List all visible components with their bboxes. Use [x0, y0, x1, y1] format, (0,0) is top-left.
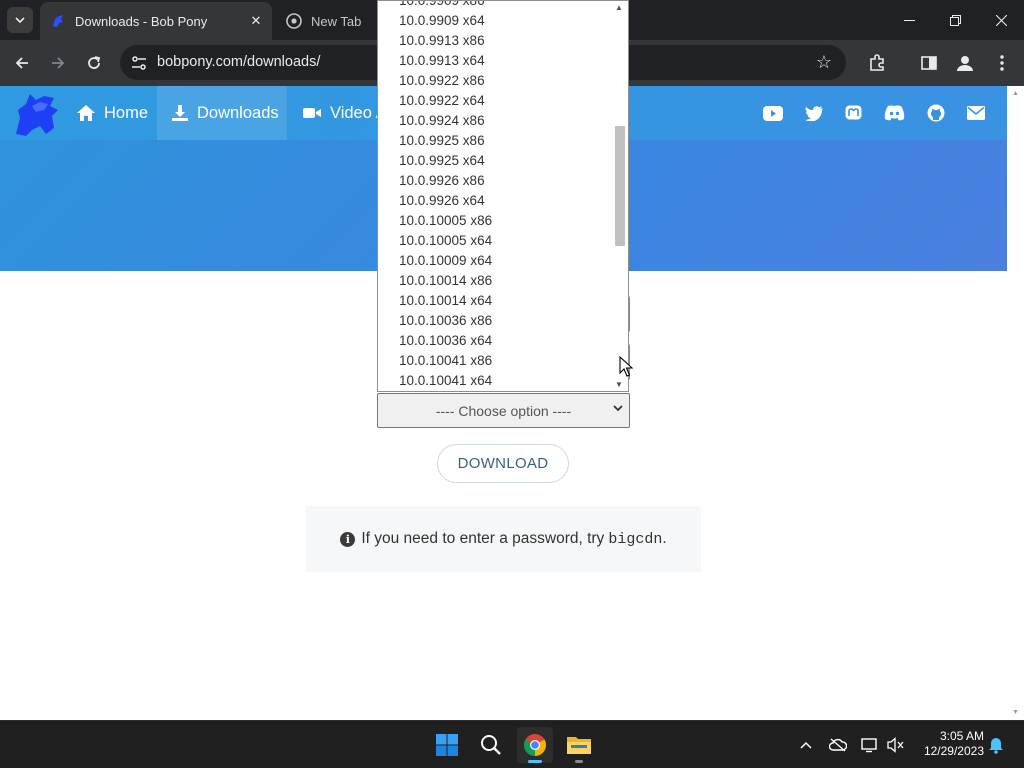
- dropdown-option[interactable]: 10.0.9925 x86: [378, 131, 612, 151]
- side-panel-icon[interactable]: [918, 52, 940, 74]
- close-icon: [995, 14, 1007, 26]
- profile-icon[interactable]: [954, 52, 976, 74]
- dropdown-option[interactable]: 10.0.10005 x86: [378, 211, 612, 231]
- chrome-icon[interactable]: [517, 727, 553, 763]
- scroll-down-arrow-icon[interactable]: ▼: [1012, 709, 1019, 716]
- chevron-down-icon: [15, 17, 25, 24]
- arrow-left-icon: [15, 57, 28, 69]
- close-window-button[interactable]: [978, 0, 1024, 40]
- select-value: ---- Choose option ----: [435, 402, 572, 419]
- site-info-icon[interactable]: [130, 54, 148, 72]
- dropdown-scrollbar[interactable]: ▲ ▼: [612, 1, 628, 391]
- tab-search-button[interactable]: [7, 7, 33, 33]
- back-button[interactable]: [8, 49, 36, 77]
- mastodon-icon[interactable]: [843, 104, 863, 122]
- menu-kebab-icon[interactable]: [991, 52, 1013, 74]
- video-camera-icon: [302, 105, 322, 121]
- tab-title: New Tab: [311, 13, 362, 29]
- hint-password: bigcdn: [608, 530, 663, 548]
- restore-button[interactable]: [932, 0, 978, 40]
- minimize-icon: [903, 19, 915, 21]
- nav-downloads[interactable]: Downloads: [157, 86, 287, 140]
- active-app-indicator: [528, 760, 542, 763]
- dropdown-option[interactable]: 10.0.10041 x86: [378, 351, 612, 371]
- hint-text: If you need to enter a password, try: [361, 530, 605, 547]
- close-tab-icon[interactable]: ✕: [248, 13, 264, 29]
- nav-label: Downloads: [197, 103, 279, 122]
- scroll-up-arrow-icon[interactable]: ▲: [1012, 90, 1019, 97]
- dropdown-option[interactable]: 10.0.9922 x86: [378, 71, 612, 91]
- dropdown-option[interactable]: 10.0.9913 x64: [378, 51, 612, 71]
- dropdown-option[interactable]: 10.0.10041 x64: [378, 371, 612, 391]
- chrome-favicon-icon: [286, 13, 302, 29]
- youtube-icon[interactable]: [763, 104, 783, 122]
- nav-home[interactable]: Home: [66, 86, 160, 140]
- mouse-cursor-icon: [619, 356, 633, 377]
- nav-label: Home: [104, 103, 149, 122]
- hint-suffix: .: [662, 530, 667, 547]
- scrollbar-thumb[interactable]: [615, 126, 625, 246]
- windows-start-icon[interactable]: [429, 727, 465, 763]
- home-icon: [76, 104, 96, 122]
- nav-video[interactable]: Video A: [302, 86, 378, 140]
- open-app-indicator: [575, 760, 583, 763]
- dropdown-option[interactable]: 10.0.9913 x86: [378, 31, 612, 51]
- reload-button[interactable]: [80, 49, 108, 77]
- bobpony-logo-icon[interactable]: [10, 88, 62, 140]
- minimize-button[interactable]: [886, 0, 932, 40]
- dropdown-option[interactable]: 10.0.10005 x64: [378, 231, 612, 251]
- download-icon: [171, 104, 189, 122]
- dropdown-option[interactable]: 10.0.10014 x86: [378, 271, 612, 291]
- dropdown-option[interactable]: 10.0.10009 x64: [378, 251, 612, 271]
- page-scrollbar[interactable]: ▲ ▼: [1008, 86, 1024, 720]
- version-dropdown-list[interactable]: 10.0.9909 x86 10.0.9909 x64 10.0.9913 x86 1…: [377, 0, 629, 392]
- dropdown-option[interactable]: 10.0.10014 x64: [378, 291, 612, 311]
- url-text[interactable]: bobpony.com/downloads/: [157, 54, 320, 70]
- file-explorer-icon[interactable]: [561, 727, 597, 763]
- clock[interactable]: 3:05 AM 12/29/2023: [912, 729, 984, 759]
- scroll-up-arrow-icon[interactable]: ▲: [615, 3, 623, 12]
- version-select[interactable]: ---- Choose option ----: [377, 393, 630, 428]
- bobpony-favicon-icon: [50, 13, 66, 29]
- windows-taskbar: 3:05 AM 12/29/2023: [0, 720, 1024, 768]
- dropdown-option[interactable]: 10.0.10036 x86: [378, 311, 612, 331]
- reload-icon: [88, 56, 101, 69]
- dropdown-option[interactable]: 10.0.9924 x86: [378, 111, 612, 131]
- tab-new-tab[interactable]: New Tab: [276, 2, 386, 40]
- tab-title: Downloads - Bob Pony: [75, 13, 208, 29]
- dropdown-option[interactable]: 10.0.9922 x64: [378, 91, 612, 111]
- discord-icon[interactable]: [883, 104, 905, 122]
- dropdown-option[interactable]: 10.0.9909 x86: [378, 1, 612, 11]
- bookmark-star-icon[interactable]: ☆: [816, 52, 832, 73]
- chevron-up-icon[interactable]: [796, 735, 816, 755]
- onedrive-icon[interactable]: [828, 735, 848, 755]
- twitter-icon[interactable]: [804, 104, 824, 122]
- clock-time: 3:05 AM: [939, 729, 984, 743]
- nav-label: Video A: [330, 103, 378, 122]
- extensions-icon[interactable]: [866, 52, 888, 74]
- dropdown-option[interactable]: 10.0.9925 x64: [378, 151, 612, 171]
- scroll-down-arrow-icon[interactable]: ▼: [615, 380, 623, 389]
- notification-bell-icon[interactable]: [986, 735, 1006, 755]
- info-icon: i: [340, 531, 356, 547]
- dropdown-option[interactable]: 10.0.9909 x64: [378, 11, 612, 31]
- dropdown-options: 10.0.9909 x86 10.0.9909 x64 10.0.9913 x86 1…: [378, 1, 612, 391]
- restore-icon: [949, 14, 961, 26]
- arrow-right-icon: [52, 57, 65, 69]
- clock-date: 12/29/2023: [923, 744, 984, 758]
- network-icon[interactable]: [860, 735, 880, 755]
- chevron-down-icon: [613, 403, 623, 415]
- github-icon[interactable]: [926, 104, 946, 122]
- dropdown-option[interactable]: 10.0.9926 x64: [378, 191, 612, 211]
- dropdown-option[interactable]: 10.0.9926 x86: [378, 171, 612, 191]
- forward-button[interactable]: [44, 49, 72, 77]
- download-button[interactable]: DOWNLOAD: [437, 444, 569, 483]
- dropdown-option[interactable]: 10.0.10036 x64: [378, 331, 612, 351]
- mail-icon[interactable]: [966, 104, 986, 122]
- tab-downloads[interactable]: Downloads - Bob Pony ✕: [40, 2, 272, 40]
- search-icon[interactable]: [473, 727, 509, 763]
- password-hint: i If you need to enter a password, try b…: [306, 506, 701, 572]
- volume-muted-icon[interactable]: [886, 735, 906, 755]
